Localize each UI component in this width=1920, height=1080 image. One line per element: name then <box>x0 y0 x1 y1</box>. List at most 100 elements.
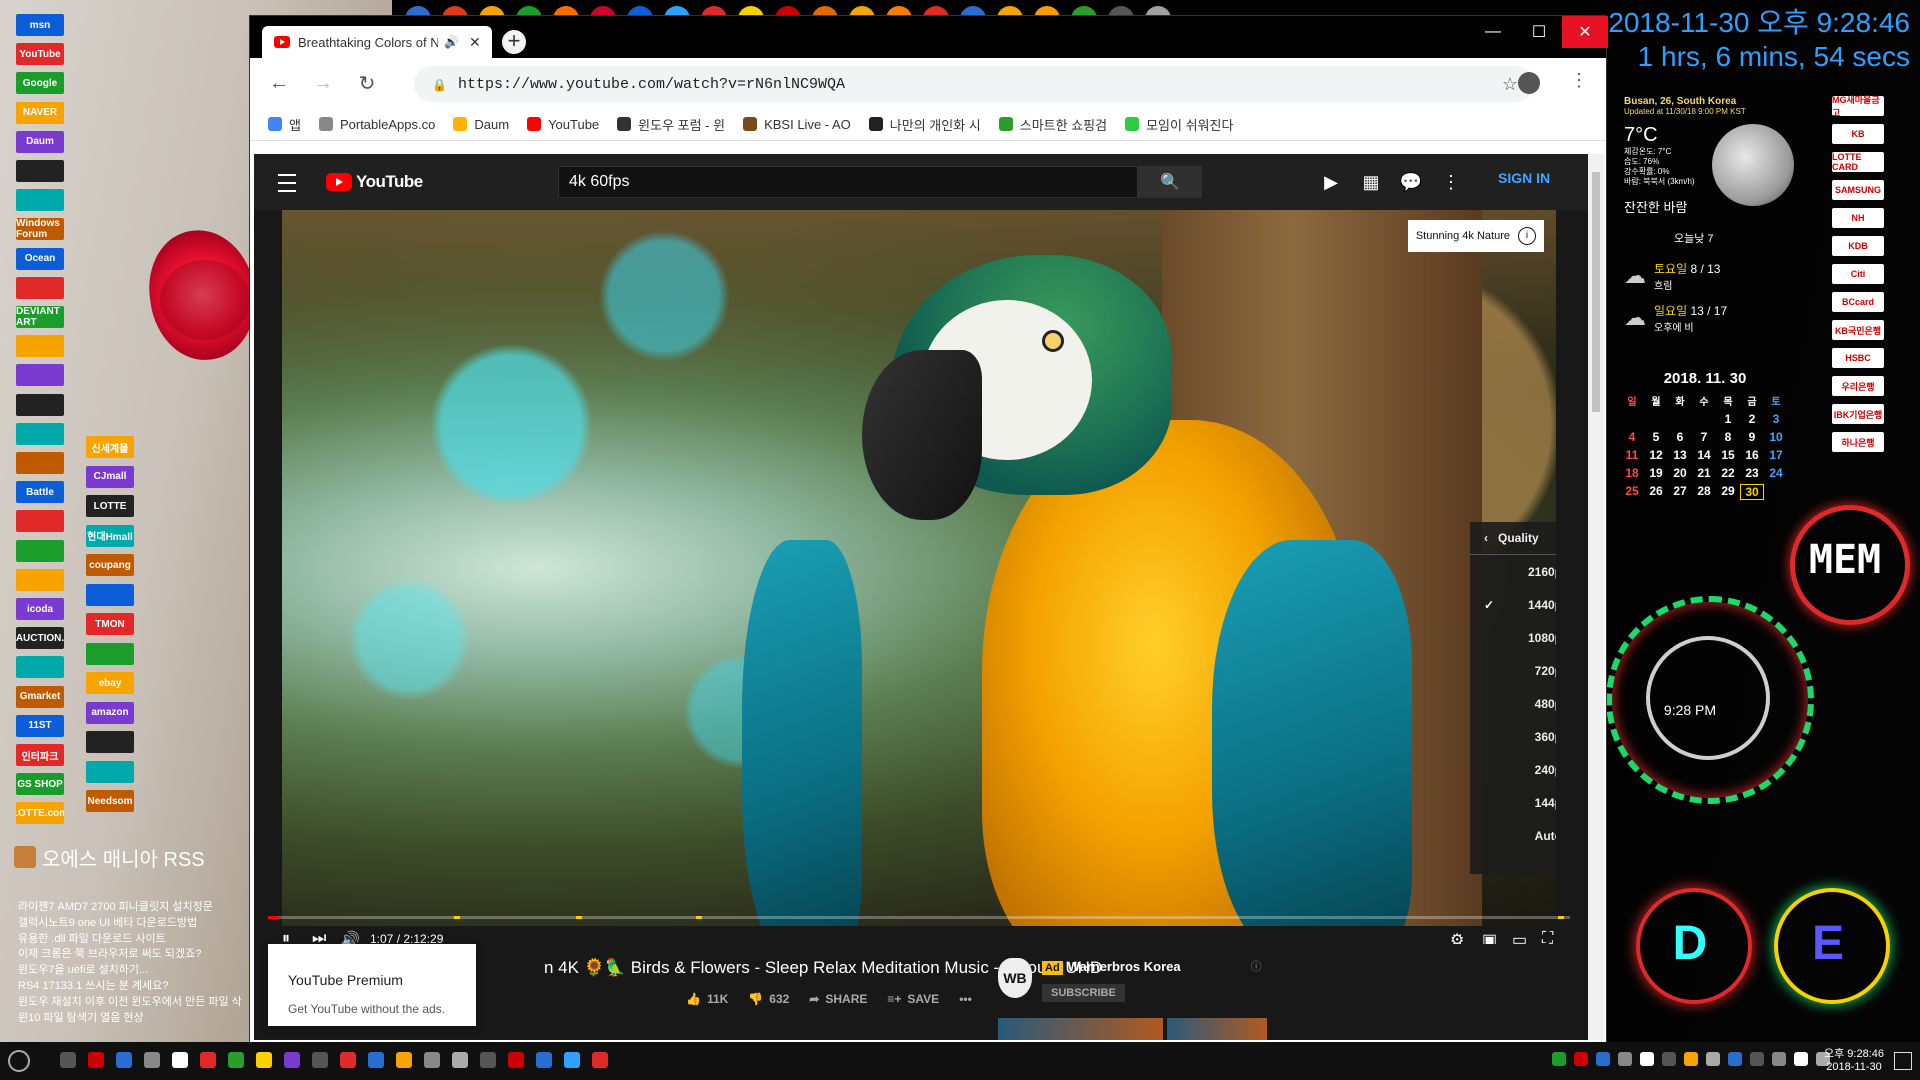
ad-thumbnail[interactable] <box>998 1018 1163 1040</box>
taskbar-app-icon[interactable] <box>340 1052 356 1068</box>
desktop-shortcut[interactable]: Google <box>16 72 64 95</box>
calendar-day[interactable]: 1 <box>1716 412 1740 426</box>
taskbar-app-icon[interactable] <box>536 1052 552 1068</box>
taskbar-app-icon[interactable] <box>480 1052 496 1068</box>
desktop-shortcut[interactable]: amazon <box>86 701 134 724</box>
quality-option[interactable]: 240p <box>1470 753 1556 786</box>
taskbar-app-icon[interactable] <box>200 1052 216 1068</box>
progress-bar[interactable] <box>268 916 1570 919</box>
calendar-day[interactable]: 20 <box>1668 466 1692 480</box>
desktop-shortcut[interactable]: 인터파크 <box>16 744 64 766</box>
bookmark-item[interactable]: 윈도우 포럼 - 윈 <box>617 115 725 134</box>
rss-widget-title[interactable]: 오에스 매니아 RSS <box>14 842 254 872</box>
rss-item[interactable]: 유용한 .dll 파일 다운로드 사이트 <box>18 932 248 948</box>
calendar-day[interactable]: 3 <box>1764 412 1788 426</box>
more-actions-icon[interactable]: ••• <box>959 992 972 1006</box>
desktop-shortcut[interactable]: 11ST <box>16 714 64 737</box>
minimize-button[interactable]: — <box>1470 16 1516 48</box>
browser-tab[interactable]: Breathtaking Colors of Nature in 4K 🔊 ✕ <box>262 26 492 58</box>
save-button[interactable]: ≡+ SAVE <box>887 992 939 1006</box>
calendar-day[interactable]: 28 <box>1692 484 1716 500</box>
taskbar-app-icon[interactable] <box>592 1052 608 1068</box>
rss-item[interactable]: 갤럭시노트9 one UI 베타 다운로드방법 <box>18 916 248 932</box>
messages-icon[interactable]: 💬 <box>1400 172 1422 192</box>
calendar-day[interactable]: 5 <box>1644 430 1668 444</box>
quality-option[interactable]: 480p <box>1470 687 1556 720</box>
bank-shortcut[interactable]: KB국민은행 <box>1832 320 1884 340</box>
desktop-shortcut[interactable]: Needsom <box>86 790 134 812</box>
desktop-shortcut[interactable] <box>86 642 134 665</box>
desktop-shortcut[interactable] <box>16 276 64 299</box>
quality-option[interactable]: 720pHD <box>1470 654 1556 687</box>
notifications-icon[interactable] <box>1894 1052 1912 1070</box>
calendar-day[interactable]: 21 <box>1692 466 1716 480</box>
maximize-button[interactable]: ☐ <box>1516 16 1562 48</box>
desktop-shortcut[interactable] <box>16 568 64 591</box>
rss-item[interactable]: 라이젠7 AMD7 2700 피나클릿지 설치정문 <box>18 900 248 916</box>
quality-option[interactable]: 1080pHD <box>1470 621 1556 654</box>
desktop-shortcut[interactable] <box>86 760 134 783</box>
calendar-day[interactable]: 8 <box>1716 430 1740 444</box>
tray-icon[interactable] <box>1750 1052 1764 1066</box>
taskbar-app-icon[interactable] <box>60 1052 76 1068</box>
bookmark-item[interactable]: Daum <box>453 117 509 132</box>
rss-item[interactable]: 윈10 파일 탐색기 열음 현상 <box>18 1011 248 1027</box>
bookmark-item[interactable]: YouTube <box>527 117 599 132</box>
taskbar-app-icon[interactable] <box>116 1052 132 1068</box>
start-button-icon[interactable] <box>8 1050 30 1072</box>
tray-icon[interactable] <box>1662 1052 1676 1066</box>
desktop-shortcut[interactable]: Ocean <box>16 247 64 270</box>
quality-menu-header[interactable]: ‹ Quality <box>1470 522 1556 555</box>
desktop-shortcut[interactable]: 신세계몰 <box>86 436 134 458</box>
bookmark-item[interactable]: 모임이 쉬워진다 <box>1125 115 1233 134</box>
calendar-day[interactable]: 17 <box>1764 448 1788 462</box>
bookmark-item[interactable]: KBSI Live - AO <box>743 117 851 132</box>
calendar-day[interactable]: 30 <box>1740 484 1764 500</box>
rss-item[interactable]: 윈도우 재설치 이후 이전 윈도우에서 만든 파일 삭 <box>18 995 248 1011</box>
taskbar-app-icon[interactable] <box>564 1052 580 1068</box>
apps-grid-icon[interactable]: ▦ <box>1360 172 1382 192</box>
calendar-day[interactable]: 7 <box>1692 430 1716 444</box>
tray-icon[interactable] <box>1552 1052 1566 1066</box>
desktop-shortcut[interactable] <box>16 160 64 182</box>
calendar-day[interactable]: 9 <box>1740 430 1764 444</box>
taskbar-app-icon[interactable] <box>508 1052 524 1068</box>
taskbar-app-icon[interactable] <box>396 1052 412 1068</box>
desktop-shortcut[interactable]: NAVER <box>16 101 64 124</box>
calendar-day[interactable]: 27 <box>1668 484 1692 500</box>
calendar-day[interactable]: 16 <box>1740 448 1764 462</box>
bookmark-item[interactable]: 스마트한 쇼핑검 <box>998 115 1107 134</box>
video-info-card[interactable]: Stunning 4k Nature i <box>1407 220 1544 252</box>
calendar-day[interactable]: 2 <box>1740 412 1764 426</box>
desktop-shortcut[interactable] <box>16 452 64 474</box>
ad-thumbnails[interactable] <box>998 1018 1267 1040</box>
bank-shortcut[interactable]: 하나은행 <box>1832 432 1884 452</box>
desktop-shortcut[interactable]: Battle <box>16 481 64 504</box>
calendar-day[interactable]: 12 <box>1644 448 1668 462</box>
calendar-day[interactable]: 19 <box>1644 466 1668 480</box>
share-button[interactable]: ➦ SHARE <box>809 992 867 1006</box>
bank-shortcut[interactable]: 우리은행 <box>1832 376 1884 396</box>
bank-shortcut[interactable]: MG새마을금고 <box>1832 95 1884 118</box>
desktop-shortcut[interactable]: Daum <box>16 130 64 153</box>
quality-option[interactable]: ✓1440pHD <box>1470 588 1556 621</box>
desktop-shortcut[interactable]: TMON <box>86 613 134 635</box>
tray-icon[interactable] <box>1596 1052 1610 1066</box>
taskbar-app-icon[interactable] <box>256 1052 272 1068</box>
settings-dots-icon[interactable]: ⋮ <box>1440 172 1462 192</box>
tray-icon[interactable] <box>1618 1052 1632 1066</box>
advertiser-name[interactable]: Warnerbros Korea <box>1068 959 1181 974</box>
desktop-shortcut[interactable]: msn <box>16 14 64 36</box>
taskbar-app-icon[interactable] <box>368 1052 384 1068</box>
rss-item[interactable]: 윈도우7을 uefi로 설치하기... <box>18 963 248 979</box>
desktop-shortcut[interactable]: ebay <box>86 672 134 694</box>
ad-thumbnail[interactable] <box>1167 1018 1267 1040</box>
desktop-shortcut[interactable]: YouTube <box>16 43 64 66</box>
quality-option[interactable]: 360p <box>1470 720 1556 753</box>
calendar-day[interactable]: 26 <box>1644 484 1668 500</box>
desktop-shortcut[interactable] <box>16 656 64 679</box>
bank-shortcut[interactable]: KB <box>1832 124 1884 144</box>
desktop-shortcut[interactable] <box>16 539 64 562</box>
taskbar-app-icon[interactable] <box>144 1052 160 1068</box>
taskbar-app-icon[interactable] <box>424 1052 440 1068</box>
